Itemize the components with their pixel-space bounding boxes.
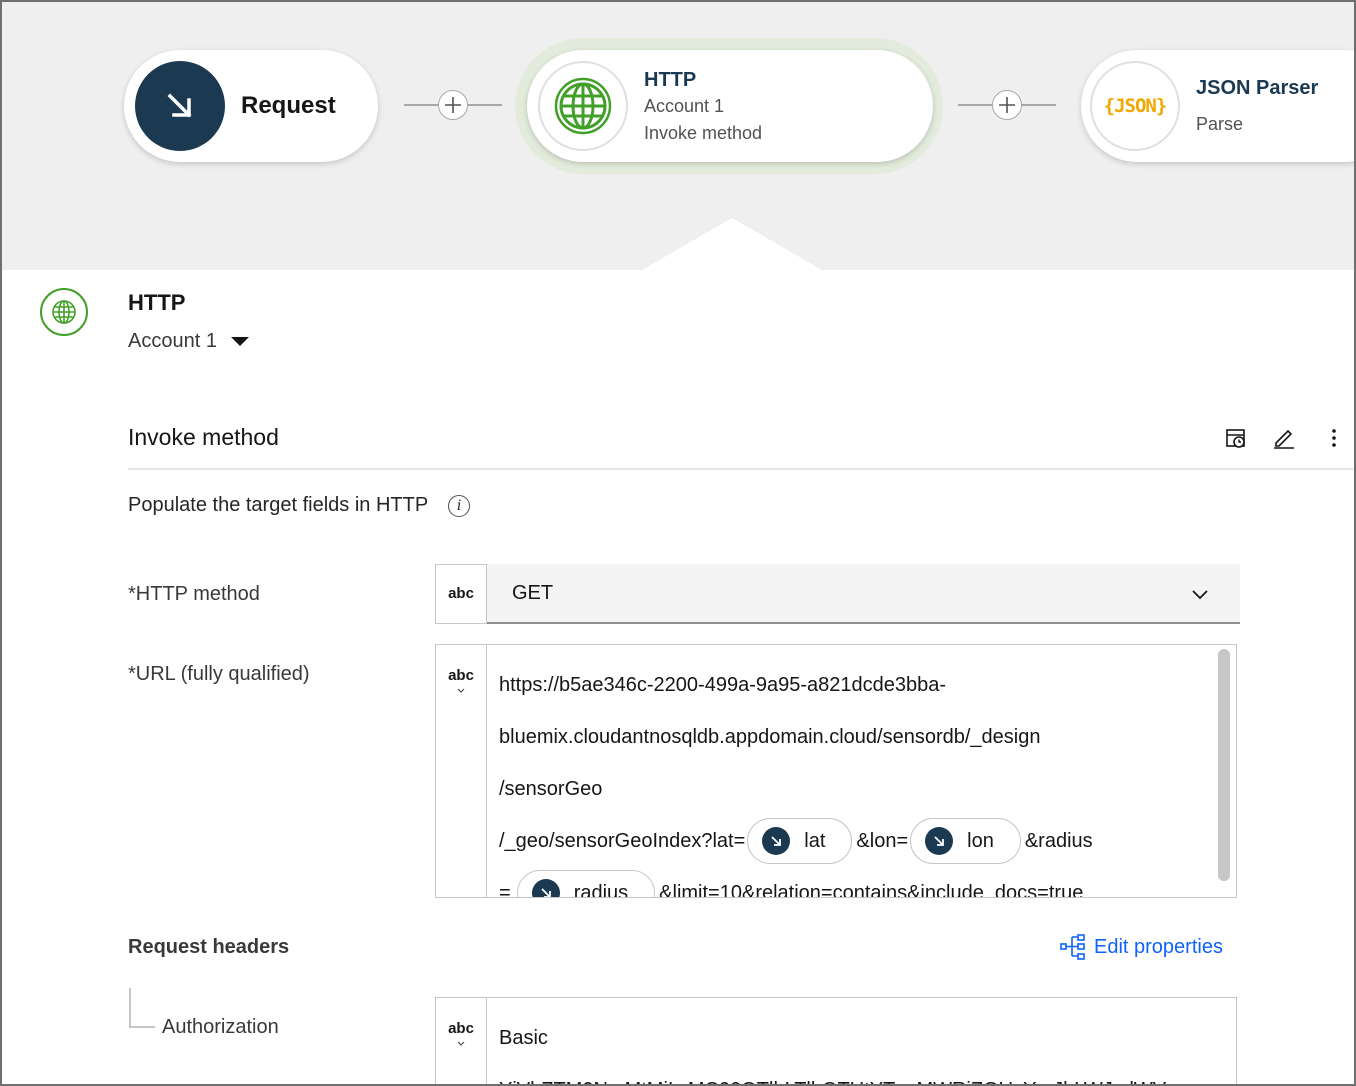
- pill-label: lat: [804, 830, 826, 852]
- plus-icon: [445, 97, 461, 113]
- authorization-text-line: Basic: [499, 1027, 548, 1049]
- edit-button[interactable]: [1272, 426, 1296, 450]
- json-node-action: Parse: [1196, 114, 1244, 134]
- selected-node-pointer: [642, 218, 822, 270]
- url-text-line: /_geo/sensorGeoIndex?lat= lat &lon= lon …: [499, 815, 1211, 867]
- flow-node-http[interactable]: HTTP Account 1 Invoke method: [527, 50, 933, 162]
- json-logo: {JSON}: [1103, 95, 1168, 117]
- authorization-type-chip[interactable]: abc: [435, 997, 487, 1084]
- url-text-line: https://b5ae346c-2200-499a-9a95-a821dcde…: [499, 674, 947, 696]
- account-label: Account 1: [128, 330, 217, 352]
- http-node-account: Account 1: [644, 95, 725, 116]
- flow-node-request[interactable]: Request: [124, 50, 378, 162]
- section-title: Invoke method: [128, 424, 279, 450]
- tree-structure-icon: [1060, 934, 1085, 960]
- history-button[interactable]: [1224, 426, 1248, 450]
- request-node-icon: [135, 61, 225, 151]
- url-segment: /_geo/sensorGeoIndex?lat=: [499, 830, 746, 852]
- http-method-label: *HTTP method: [128, 583, 260, 605]
- type-label: abc: [448, 585, 474, 602]
- populate-instructions: Populate the target fields in HTTP i: [128, 494, 471, 517]
- populate-text: Populate the target fields in HTTP: [128, 494, 429, 516]
- url-text-line: = radius &limit=10&relation=contains&inc…: [499, 867, 1211, 898]
- edit-properties-label: Edit properties: [1094, 935, 1223, 958]
- url-text-line: bluemix.cloudantnosqldb.appdomain.cloud/…: [499, 726, 1041, 748]
- url-segment: &lon=: [856, 830, 909, 852]
- type-label: abc: [448, 667, 474, 684]
- flow-canvas: Request HTTP Account 1 Invoke method {JS…: [2, 2, 1354, 270]
- authorization-input[interactable]: Basic YjVhZTM0NmMtMjIwMC00OTlhLTlhOTUtYT…: [487, 997, 1237, 1084]
- account-dropdown[interactable]: Account 1: [128, 330, 249, 353]
- url-label: *URL (fully qualified): [128, 663, 310, 685]
- chevron-down-icon: [457, 688, 465, 693]
- chevron-down-icon: [1192, 590, 1208, 600]
- type-label: abc: [448, 1020, 474, 1037]
- url-segment: &radius: [1024, 830, 1093, 852]
- http-method-type-chip[interactable]: abc: [435, 564, 487, 624]
- chevron-down-icon: [457, 1041, 465, 1046]
- mapping-pill-lat[interactable]: lat: [747, 818, 853, 864]
- caret-down-icon: [230, 337, 249, 346]
- app-window: Request HTTP Account 1 Invoke method {JS…: [0, 0, 1356, 1086]
- json-node-name: JSON Parser: [1196, 77, 1319, 99]
- url-segment: =: [499, 882, 511, 898]
- mapping-pill-lon[interactable]: lon: [910, 818, 1021, 864]
- overflow-menu-icon: [1332, 429, 1336, 447]
- url-type-chip[interactable]: abc: [435, 644, 487, 898]
- authorization-text-line: YjVhZTM0NmMtMjIwMC00OTlhLTlhOTUtYTgyMWRj…: [499, 1064, 1166, 1084]
- plus-icon: [999, 97, 1015, 113]
- http-app-icon: [40, 288, 88, 336]
- url-text-line: /sensorGeo: [499, 778, 603, 800]
- authorization-label: Authorization: [162, 1016, 279, 1038]
- mapping-pill-radius[interactable]: radius: [516, 870, 656, 898]
- http-method-select[interactable]: GET: [487, 564, 1240, 624]
- request-source-icon: [762, 827, 791, 855]
- history-icon: [1226, 429, 1245, 448]
- http-node-action: Invoke method: [644, 122, 763, 143]
- json-parser-icon: {JSON}: [1090, 61, 1180, 151]
- request-source-icon: [531, 879, 560, 897]
- url-scrollbar[interactable]: [1218, 649, 1230, 881]
- info-icon[interactable]: i: [448, 494, 471, 517]
- request-headers-label: Request headers: [128, 936, 290, 958]
- section-divider: [128, 468, 1354, 470]
- flow-node-json-parser[interactable]: {JSON} JSON Parser Parse: [1081, 50, 1354, 162]
- add-step-button-1[interactable]: [438, 90, 468, 120]
- url-segment: &limit=10&relation=contains&include_docs…: [659, 882, 1084, 898]
- add-step-button-2[interactable]: [992, 90, 1022, 120]
- tree-connector: [129, 988, 155, 1028]
- request-node-name: Request: [241, 92, 336, 119]
- app-title: HTTP: [128, 290, 186, 315]
- url-input[interactable]: https://b5ae346c-2200-499a-9a95-a821dcde…: [487, 644, 1237, 898]
- http-node-icon: [538, 61, 628, 151]
- overflow-menu-button[interactable]: [1322, 426, 1346, 450]
- pill-label: lon: [967, 830, 994, 852]
- pill-label: radius: [573, 882, 629, 898]
- request-source-icon: [925, 827, 954, 855]
- http-method-value: GET: [512, 581, 554, 604]
- http-node-name: HTTP: [644, 68, 697, 91]
- edit-icon: [1274, 429, 1294, 449]
- edit-properties-link[interactable]: Edit properties: [1060, 934, 1223, 960]
